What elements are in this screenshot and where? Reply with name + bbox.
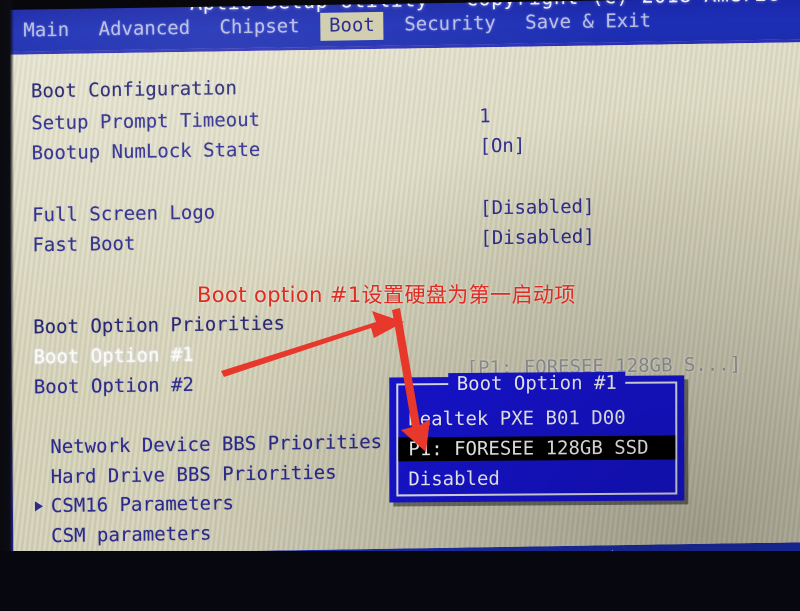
dialog-option-disabled[interactable]: Disabled	[404, 467, 504, 492]
setting-label-full-screen-logo[interactable]: Full Screen Logo	[32, 201, 215, 226]
section-title-boot-option-priorities: Boot Option Priorities	[33, 312, 285, 339]
monitor-bezel-bottom	[0, 551, 800, 611]
setting-value-full-screen-logo[interactable]: [Disabled]	[480, 196, 595, 220]
tab-main[interactable]: Main	[14, 17, 78, 46]
setting-value-bootup-numlock-state[interactable]: [On]	[479, 135, 525, 158]
photo-of-bios-screen: Aptio Setup Utility - Copyright (C) 2018…	[0, 0, 800, 611]
tab-advanced[interactable]: Advanced	[89, 15, 199, 45]
submenu-csm16-parameters[interactable]: CSM16 Parameters	[51, 492, 234, 517]
tab-chipset[interactable]: Chipset	[210, 13, 308, 43]
setting-value-setup-prompt-timeout[interactable]: 1	[479, 105, 491, 127]
dialog-title-text: Boot Option #1	[448, 371, 625, 396]
monitor-bezel-left	[0, 0, 14, 611]
dialog-option-realtek-pxe[interactable]: Realtek PXE B01 D00	[404, 406, 629, 432]
boot-option-2-label[interactable]: Boot Option #2	[34, 374, 194, 399]
boot-option-1-dialog[interactable]: Boot Option #1 Realtek PXE B01 D00 P1: F…	[389, 371, 685, 503]
tab-save-exit[interactable]: Save & Exit	[516, 7, 660, 37]
tab-security[interactable]: Security	[395, 10, 505, 40]
submenu-hard-drive-bbs-priorities[interactable]: Hard Drive BBS Priorities	[51, 462, 337, 488]
section-title-boot-configuration: Boot Configuration	[30, 77, 237, 103]
dialog-frame: Boot Option #1 Realtek PXE B01 D00 P1: F…	[396, 371, 678, 497]
menu-tab-bar[interactable]: Main Advanced Chipset Boot Security Save…	[14, 7, 660, 45]
setting-value-fast-boot[interactable]: [Disabled]	[480, 226, 595, 250]
setting-label-bootup-numlock-state[interactable]: Bootup NumLock State	[31, 139, 260, 165]
setting-label-fast-boot[interactable]: Fast Boot	[32, 233, 135, 257]
dialog-title: Boot Option #1	[398, 371, 675, 396]
boot-option-1-label[interactable]: Boot Option #1	[33, 344, 193, 369]
tab-boot[interactable]: Boot	[319, 11, 384, 41]
dialog-option-foresee-ssd[interactable]: P1: FORESEE 128GB SSD	[398, 435, 676, 462]
submenu-csm-parameters[interactable]: CSM parameters	[51, 523, 211, 548]
right-triangle-icon	[34, 501, 43, 512]
setting-label-setup-prompt-timeout[interactable]: Setup Prompt Timeout	[31, 109, 260, 135]
submenu-network-device-bbs-priorities[interactable]: Network Device BBS Priorities	[50, 431, 382, 458]
annotation-text: Boot option #1设置硬盘为第一启动项	[197, 283, 576, 307]
